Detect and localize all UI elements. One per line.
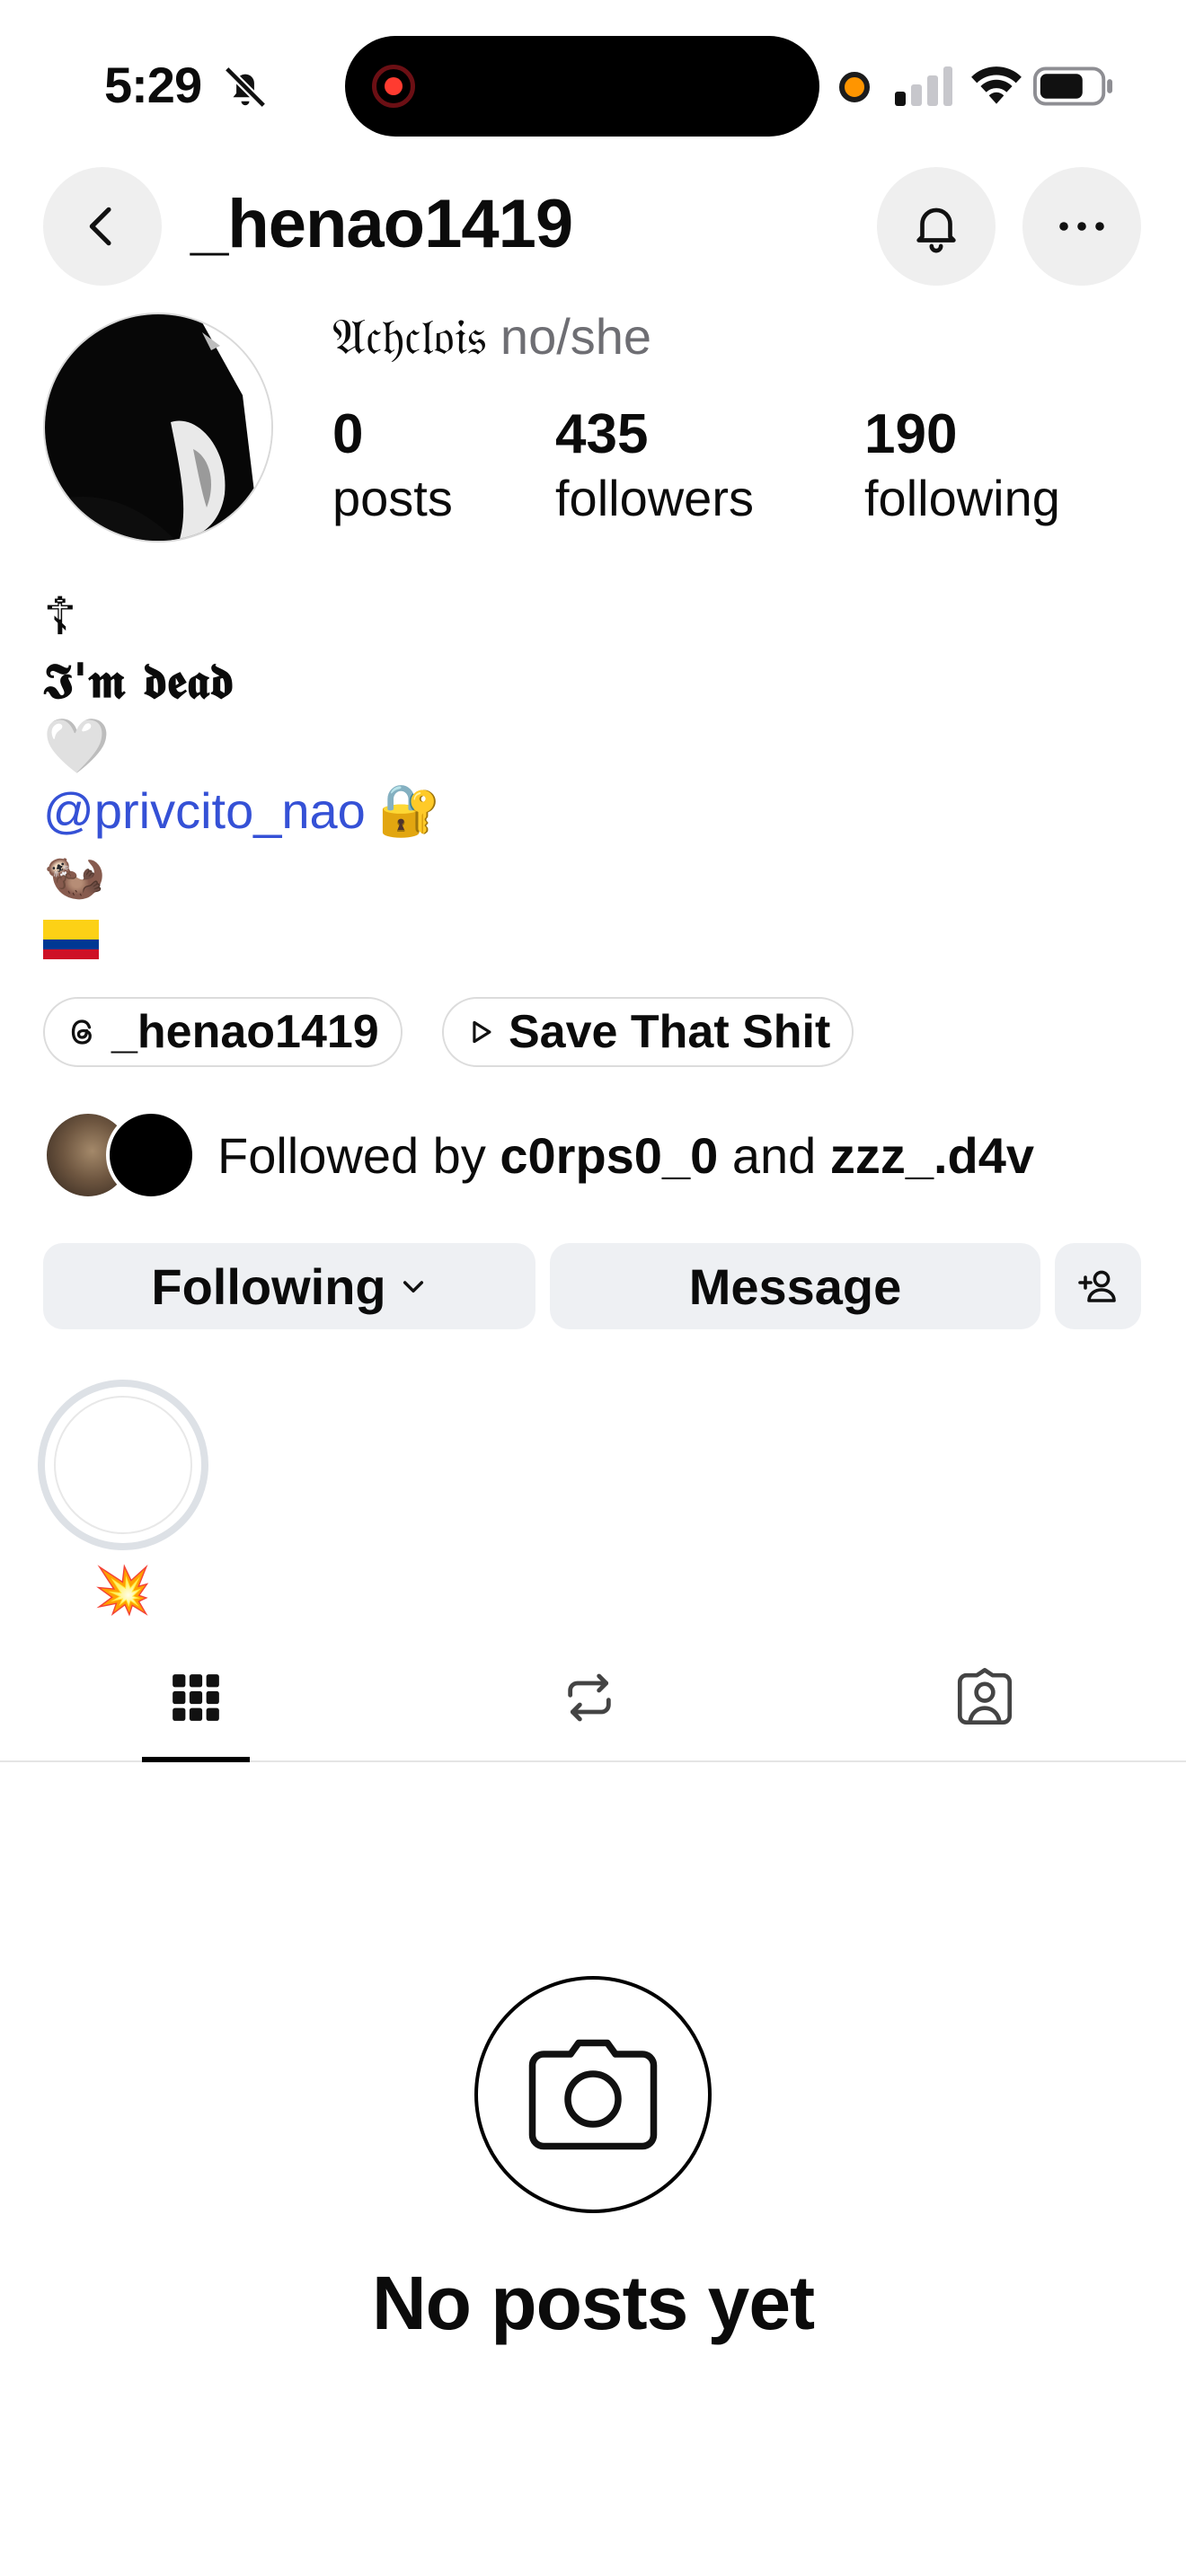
dynamic-island	[345, 36, 819, 137]
wifi-icon	[971, 66, 1022, 104]
bio-mention-line: @privcito_nao 🔐	[43, 778, 441, 842]
play-icon	[473, 1020, 491, 1044]
followed-by-user-1: c0rps0_0	[500, 1126, 719, 1184]
profile-avatar[interactable]	[43, 313, 273, 543]
battery-icon	[1033, 66, 1113, 106]
grid-icon	[173, 1674, 219, 1721]
stat-following-value: 190	[864, 403, 958, 465]
stat-following[interactable]: 190 following	[864, 402, 1060, 530]
notifications-button[interactable]	[877, 167, 996, 286]
stat-posts-label: posts	[332, 470, 453, 526]
more-options-button[interactable]	[1022, 167, 1141, 286]
bio: ☦ 𝕴'𝖒 𝖉𝖊𝖆𝖉 🤍 @privcito_nao 🔐 🦦	[43, 584, 441, 972]
cellular-signal-icon	[895, 66, 952, 106]
camera-icon	[528, 2039, 658, 2150]
message-button[interactable]: Message	[550, 1243, 1040, 1329]
stat-posts[interactable]: 0 posts	[332, 402, 453, 530]
link-chip-label: Save That Shit	[509, 1006, 831, 1058]
name-row: 𝔄𝔠𝔥𝔠𝔩𝔬𝔦𝔰 no/she	[332, 307, 651, 367]
chevron-left-icon	[89, 207, 111, 246]
repost-icon	[568, 1673, 611, 1722]
bell-icon	[916, 207, 956, 253]
tab-posts-grid[interactable]	[142, 1654, 250, 1741]
more-dots-icon	[1059, 222, 1104, 231]
link-chip[interactable]: Save That Shit	[442, 997, 854, 1067]
followed-by-joiner: and	[731, 1126, 817, 1184]
bio-cross: ☦	[43, 587, 77, 646]
followed-by-text: Followed by c0rps0_0 and zzz_.d4v	[217, 1126, 1034, 1185]
story-highlight-label: 💥	[93, 1565, 152, 1617]
pronouns: no/she	[500, 308, 652, 365]
threads-icon	[71, 1019, 92, 1045]
status-bar: 5:29	[0, 0, 1186, 162]
colombia-flag-icon	[43, 920, 99, 959]
follower-avatar-2	[106, 1110, 196, 1200]
followed-by-user-2: zzz_.d4v	[829, 1126, 1035, 1184]
story-highlight[interactable]	[38, 1380, 208, 1550]
empty-state-title: No posts yet	[371, 2261, 815, 2345]
stat-followers-label: followers	[555, 470, 754, 526]
stat-following-label: following	[864, 470, 1060, 526]
followed-by[interactable]: Followed by c0rps0_0 and zzz_.d4v	[43, 1108, 1034, 1202]
suggest-accounts-button[interactable]	[1055, 1243, 1141, 1329]
tab-tagged[interactable]	[931, 1654, 1039, 1741]
status-time: 5:29	[104, 57, 202, 113]
story-highlight-cover	[54, 1396, 192, 1534]
avatar-image	[45, 314, 271, 541]
stat-posts-value: 0	[332, 403, 364, 465]
profile-username: _henao1419	[190, 186, 573, 262]
tagged-person-icon	[957, 1668, 1013, 1725]
message-button-label: Message	[688, 1257, 902, 1315]
back-button[interactable]	[43, 167, 162, 286]
bio-otter: 🦦	[43, 846, 106, 903]
bio-mention-link[interactable]: @privcito_nao	[43, 781, 366, 840]
mic-indicator-icon	[839, 72, 870, 102]
threads-chip[interactable]: _henao1419	[43, 997, 403, 1067]
active-tab-indicator	[142, 1757, 250, 1762]
full-name: 𝔄𝔠𝔥𝔠𝔩𝔬𝔦𝔰	[332, 308, 486, 366]
threads-chip-label: _henao1419	[111, 1006, 379, 1058]
following-button[interactable]: Following	[43, 1243, 535, 1329]
chevron-down-icon	[403, 1281, 423, 1293]
followed-by-prefix: Followed by	[217, 1126, 486, 1184]
screen-recording-icon	[372, 65, 415, 108]
tab-reposts[interactable]	[535, 1654, 643, 1741]
stat-followers-value: 435	[555, 403, 649, 465]
stat-followers[interactable]: 435 followers	[555, 402, 754, 530]
profile-tabs	[0, 1635, 1186, 1762]
add-user-icon	[1078, 1270, 1116, 1302]
empty-state-camera	[474, 1976, 712, 2213]
following-button-label: Following	[151, 1257, 386, 1315]
bio-flag-line	[43, 907, 441, 972]
lock-key-icon: 🔐	[377, 781, 441, 838]
bio-text: 𝕴'𝖒 𝖉𝖊𝖆𝖉	[43, 651, 235, 710]
bell-muted-icon	[224, 66, 267, 109]
bio-heart: 🤍	[43, 715, 111, 776]
